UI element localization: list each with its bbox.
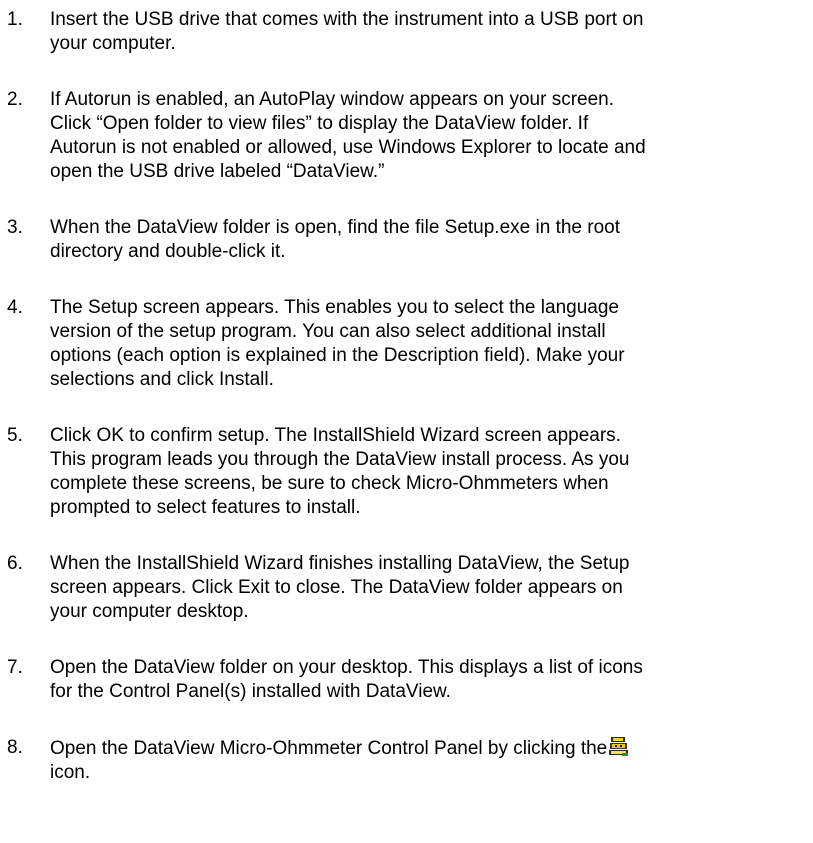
step-line: your computer. bbox=[50, 33, 176, 54]
step-line: screen appears. Click Exit to close. The… bbox=[50, 577, 623, 598]
step-text: Open the DataView folder on your desktop… bbox=[50, 656, 810, 704]
step-line: Open the DataView folder on your desktop… bbox=[50, 657, 643, 678]
step-line: selections and click Install. bbox=[50, 369, 274, 390]
step-line: If Autorun is enabled, an AutoPlay windo… bbox=[50, 89, 615, 110]
step-line: version of the setup program. You can al… bbox=[50, 321, 606, 342]
step-text: When the InstallShield Wizard finishes i… bbox=[50, 552, 810, 624]
step-line: complete these screens, be sure to check… bbox=[50, 473, 609, 494]
clipped-top-line bbox=[0, 0, 813, 6]
step-text: Open the DataView Micro-Ohmmeter Control… bbox=[50, 736, 810, 785]
step-line: your computer desktop. bbox=[50, 601, 249, 622]
step-number: 1. bbox=[7, 9, 23, 30]
step-number: 5. bbox=[7, 425, 23, 446]
step-line: for the Control Panel(s) installed with … bbox=[50, 681, 451, 702]
step-line: Insert the USB drive that comes with the… bbox=[50, 9, 644, 30]
step-line: options (each option is explained in the… bbox=[50, 345, 625, 366]
step-text: Click OK to confirm setup. The InstallSh… bbox=[50, 424, 810, 520]
step-number: 2. bbox=[7, 89, 23, 110]
step-text: Insert the USB drive that comes with the… bbox=[50, 8, 810, 56]
install-instructions: 1. Insert the USB drive that comes with … bbox=[0, 0, 813, 843]
step-line: Click “Open folder to view files” to dis… bbox=[50, 113, 589, 134]
step-line: directory and double-click it. bbox=[50, 241, 286, 262]
step-text: When the DataView folder is open, find t… bbox=[50, 216, 810, 264]
step-line-text: Open the DataView Micro-Ohmmeter Control… bbox=[50, 738, 608, 759]
step-line: Open the DataView Micro-Ohmmeter Control… bbox=[50, 736, 810, 761]
step-line: Click OK to confirm setup. The InstallSh… bbox=[50, 425, 621, 446]
step-number: 3. bbox=[7, 217, 23, 238]
step-line: This program leads you through the DataV… bbox=[50, 449, 630, 470]
step-line: prompted to select features to install. bbox=[50, 497, 361, 518]
step-number: 7. bbox=[7, 657, 23, 678]
step-number: 8. bbox=[7, 737, 23, 758]
step-line: The Setup screen appears. This enables y… bbox=[50, 297, 619, 318]
step-number: 4. bbox=[7, 297, 23, 318]
dataview-micro-ohmmeter-control-panel-icon[interactable] bbox=[608, 736, 629, 757]
step-line: Autorun is not enabled or allowed, use W… bbox=[50, 137, 646, 158]
step-text: The Setup screen appears. This enables y… bbox=[50, 296, 810, 392]
step-line: When the InstallShield Wizard finishes i… bbox=[50, 553, 630, 574]
step-line: open the USB drive labeled “DataView.” bbox=[50, 161, 385, 182]
step-text: If Autorun is enabled, an AutoPlay windo… bbox=[50, 88, 810, 184]
step-line: icon. bbox=[50, 762, 91, 783]
step-number: 6. bbox=[7, 553, 23, 574]
step-line: When the DataView folder is open, find t… bbox=[50, 217, 620, 238]
